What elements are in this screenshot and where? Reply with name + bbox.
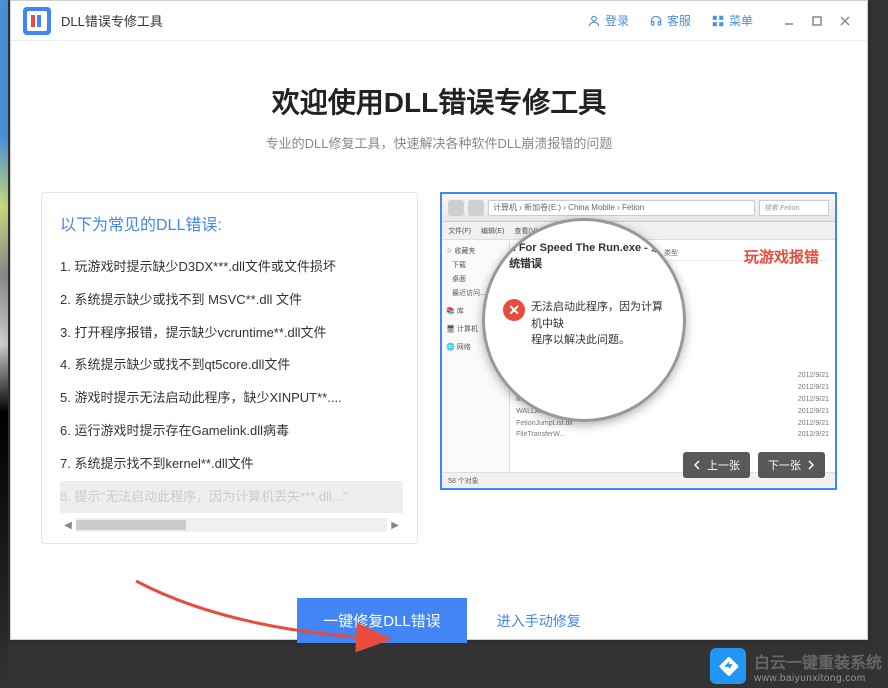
watermark-url: www.baiyunxitong.com [754,673,882,684]
carousel-next-label: 下一张 [768,457,801,473]
support-label: 客服 [667,12,691,29]
app-title: DLL错误专修工具 [61,11,163,30]
desktop-taskbar-strip [0,0,8,688]
error-text-line1: 无法启动此程序，因为计算机中缺 [531,299,671,332]
game-error-label: 玩游戏报错 [744,246,819,267]
action-row: 一键修复DLL错误 进入手动修复 [41,598,837,643]
screenshot-preview-panel: 计算机 › 新加卷(E:) › China Mobile › Fetion 搜索… [440,192,837,490]
scroll-thumb[interactable] [76,520,186,530]
list-item: 7. 系统提示找不到kernel**.dll文件 [60,448,403,481]
carousel-next-button[interactable]: 下一张 [758,452,825,478]
horizontal-scrollbar[interactable]: ◀ ▶ [60,515,403,535]
list-item: 2. 系统提示缺少或找不到 MSVC**.dll 文件 [60,284,403,317]
error-text-line2: 程序以解决此问题。 [531,332,671,349]
maximize-button[interactable] [803,7,831,35]
close-button[interactable] [831,7,859,35]
page-subtitle: 专业的DLL修复工具，快速解决各种软件DLL崩溃报错的问题 [41,133,837,152]
list-item: 3. 打开程序报错，提示缺少vcruntime**.dll文件 [60,317,403,350]
error-dialog-title: d For Speed The Run.exe - 系统错误 [499,239,671,271]
manual-fix-link[interactable]: 进入手动修复 [497,611,581,631]
headset-icon [649,14,663,28]
user-icon [587,14,601,28]
scroll-left-arrow[interactable]: ◀ [60,517,76,533]
magnifier-overlay: d For Speed The Run.exe - 系统错误 ✕ 无法启动此程序… [482,218,686,422]
menu-button[interactable]: 菜单 [701,6,763,35]
list-item: 8. 提示"无法启动此程序，因为计算机丢失***.dll..." [60,481,403,514]
chevron-left-icon [693,460,703,470]
close-icon [839,15,851,27]
main-window: DLL错误专修工具 登录 客服 菜单 欢迎使用DLL错误专修工具 专业的DLL修… [10,0,868,640]
scroll-track[interactable] [76,518,387,532]
login-button[interactable]: 登录 [577,6,639,35]
titlebar: DLL错误专修工具 登录 客服 菜单 [11,1,867,41]
minimize-icon [783,15,795,27]
list-item: 5. 游戏时提示无法启动此程序，缺少XINPUT**.... [60,382,403,415]
login-label: 登录 [605,12,629,29]
carousel-prev-label: 上一张 [707,457,740,473]
list-item: 1. 玩游戏时提示缺少D3DX***.dll文件或文件损坏 [60,251,403,284]
error-icon: ✕ [503,299,525,321]
watermark-title: 白云一键重装系统 [754,649,882,673]
maximize-icon [811,15,823,27]
minimize-button[interactable] [775,7,803,35]
scroll-right-arrow[interactable]: ▶ [387,517,403,533]
carousel-prev-button[interactable]: 上一张 [683,452,750,478]
support-button[interactable]: 客服 [639,6,701,35]
list-item: 4. 系统提示缺少或找不到qt5core.dll文件 [60,349,403,382]
watermark: 白云一键重装系统 www.baiyunxitong.com [710,648,882,684]
pointer-arrow [131,621,391,671]
error-list: 1. 玩游戏时提示缺少D3DX***.dll文件或文件损坏 2. 系统提示缺少或… [60,251,403,513]
chevron-right-icon [805,460,815,470]
common-errors-title: 以下为常见的DLL错误: [60,211,403,235]
page-title: 欢迎使用DLL错误专修工具 [41,81,837,121]
watermark-logo [710,648,746,684]
mock-search-box: 搜索 Fetion [759,200,829,216]
content-area: 欢迎使用DLL错误专修工具 专业的DLL修复工具，快速解决各种软件DLL崩溃报错… [11,41,867,663]
mock-breadcrumb: 计算机 › 新加卷(E:) › China Mobile › Fetion [488,200,755,216]
grid-icon [711,14,725,28]
menu-label: 菜单 [729,12,753,29]
list-item: 6. 运行游戏时提示存在Gamelink.dll病毒 [60,415,403,448]
app-icon [23,7,51,35]
common-errors-panel: 以下为常见的DLL错误: 1. 玩游戏时提示缺少D3DX***.dll文件或文件… [41,192,418,544]
